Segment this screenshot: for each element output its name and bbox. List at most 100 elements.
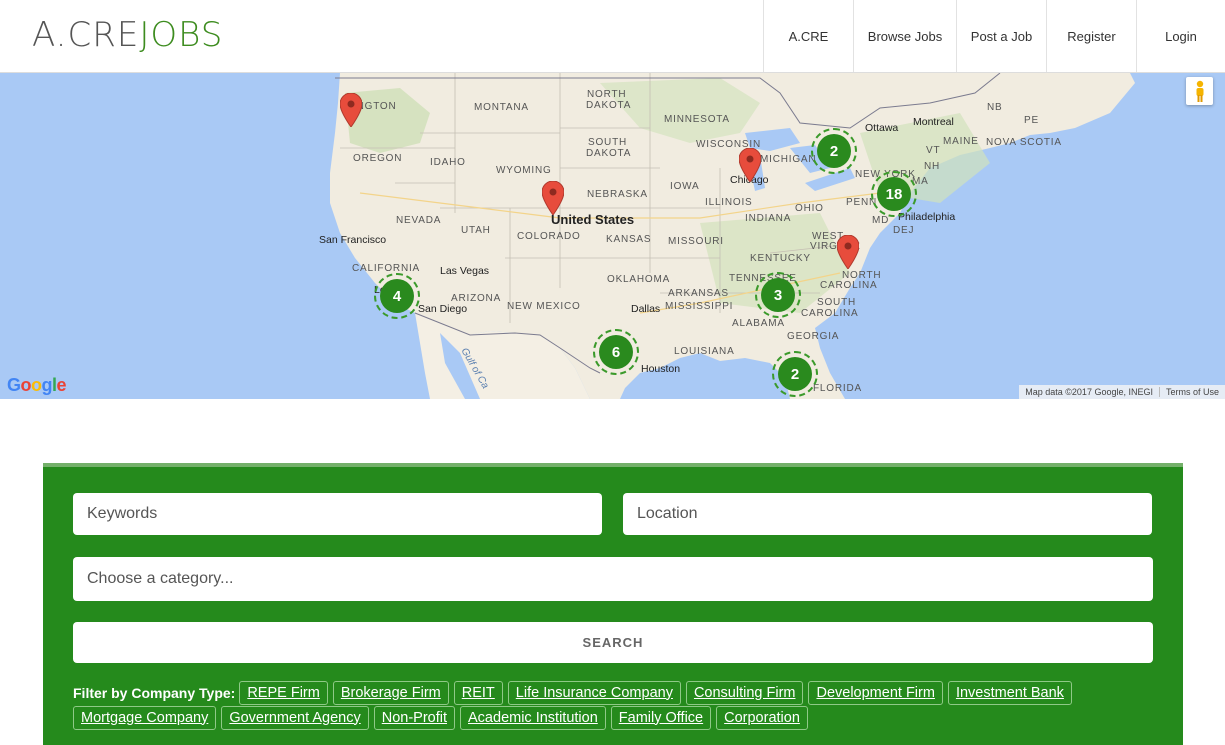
map-label-north-carolina-2: CAROLINA xyxy=(820,280,878,291)
cluster-count: 2 xyxy=(778,357,812,391)
cluster-count: 2 xyxy=(817,134,851,168)
map-label-louisiana: LOUISIANA xyxy=(674,346,735,357)
map-cluster-los-angeles[interactable]: 4 xyxy=(374,273,420,319)
map-label-nova-scotia: NOVA SCOTIA xyxy=(986,137,1062,148)
google-logo[interactable]: Google xyxy=(7,375,67,396)
map-label-missouri: MISSOURI xyxy=(668,236,724,247)
map-label-pe: PE xyxy=(1024,115,1039,126)
site-header: A.CREJOBS A.CRE Browse Jobs Post a Job R… xyxy=(0,0,1225,73)
map-label-las-vegas: Las Vegas xyxy=(440,265,490,277)
map-label-wyoming: WYOMING xyxy=(496,165,552,176)
nav-browse-jobs[interactable]: Browse Jobs xyxy=(853,0,956,72)
logo-text-acre: A.CRE xyxy=(32,15,140,55)
map-pin-chicago[interactable] xyxy=(739,148,761,182)
map-label-north-dakota-1: NORTH xyxy=(587,89,627,100)
filter-life-insurance-company[interactable]: Life Insurance Company xyxy=(507,680,681,705)
keywords-input[interactable]: Keywords xyxy=(73,493,602,535)
filter-reit[interactable]: REIT xyxy=(453,680,503,705)
map-label-oregon: OREGON xyxy=(353,153,403,164)
jobs-map[interactable]: HINGTON MONTANA NORTH DAKOTA MINNESOTA S… xyxy=(0,73,1225,399)
filter-mortgage-company[interactable]: Mortgage Company xyxy=(73,705,217,730)
category-select[interactable]: Choose a category... xyxy=(73,557,1153,601)
map-label-north-dakota-2: DAKOTA xyxy=(586,100,632,111)
map-label-south-dakota-1: SOUTH xyxy=(588,137,627,148)
filter-label: Filter by Company Type: xyxy=(73,684,236,701)
map-label-south-carolina-2: CAROLINA xyxy=(801,308,859,319)
filter-government-agency[interactable]: Government Agency xyxy=(221,705,369,730)
cluster-count: 18 xyxy=(877,177,911,211)
map-label-ohio: OHIO xyxy=(795,203,824,214)
map-pin-raleigh[interactable] xyxy=(837,235,859,269)
map-label-ottawa: Ottawa xyxy=(865,122,899,134)
map-label-illinois: ILLINOIS xyxy=(705,197,753,208)
map-cluster-atlanta[interactable]: 3 xyxy=(755,272,801,318)
map-label-maine: MAINE xyxy=(943,136,979,147)
map-data-attribution: Map data ©2017 Google, INEGI xyxy=(1025,387,1153,397)
search-button[interactable]: SEARCH xyxy=(73,622,1153,663)
map-label-dallas: Dallas xyxy=(631,303,661,315)
map-label-nebraska: NEBRASKA xyxy=(587,189,648,200)
map-label-california: CALIFORNIA xyxy=(352,263,421,274)
map-label-florida: FLORIDA xyxy=(813,383,862,394)
company-type-filters: Filter by Company Type: REPE Firm Broker… xyxy=(73,680,1153,730)
filter-brokerage-firm[interactable]: Brokerage Firm xyxy=(332,680,449,705)
map-label-montreal: Montreal xyxy=(913,116,954,128)
map-cluster-florida[interactable]: 2 xyxy=(772,351,818,397)
map-label-colorado: COLORADO xyxy=(517,231,581,242)
map-cluster-northeast[interactable]: 18 xyxy=(871,171,917,217)
filter-repe-firm[interactable]: REPE Firm xyxy=(239,680,328,705)
filter-investment-bank[interactable]: Investment Bank xyxy=(947,680,1072,705)
filter-row-2: Mortgage Company Government Agency Non-P… xyxy=(73,705,1153,730)
map-label-kansas: KANSAS xyxy=(606,234,652,245)
nav-register[interactable]: Register xyxy=(1046,0,1136,72)
map-label-minnesota: MINNESOTA xyxy=(664,114,730,125)
filter-corporation[interactable]: Corporation xyxy=(716,705,808,730)
location-input[interactable]: Location xyxy=(623,493,1152,535)
map-cluster-texas[interactable]: 6 xyxy=(593,329,639,375)
map-label-alabama: ALABAMA xyxy=(732,318,785,329)
cluster-count: 6 xyxy=(599,335,633,369)
map-attribution-bar: Map data ©2017 Google, INEGI Terms of Us… xyxy=(1019,385,1225,399)
map-label-arkansas: ARKANSAS xyxy=(668,288,729,299)
filter-row-1: Filter by Company Type: REPE Firm Broker… xyxy=(73,680,1153,705)
filter-development-firm[interactable]: Development Firm xyxy=(808,680,943,705)
map-label-md: MD xyxy=(872,215,890,226)
pegman-icon xyxy=(1196,80,1203,102)
map-label-utah: UTAH xyxy=(461,225,491,236)
main-nav: A.CRE Browse Jobs Post a Job Register Lo… xyxy=(763,0,1225,72)
logo-text-jobs: JOBS xyxy=(139,15,224,55)
map-pin-seattle[interactable] xyxy=(340,93,362,127)
nav-acre[interactable]: A.CRE xyxy=(763,0,853,72)
map-pin-denver[interactable] xyxy=(542,181,564,215)
map-label-san-diego: San Diego xyxy=(418,303,468,315)
map-label-montana: MONTANA xyxy=(474,102,529,113)
map-label-oklahoma: OKLAHOMA xyxy=(607,274,671,285)
map-label-san-francisco: San Francisco xyxy=(319,234,387,246)
map-label-idaho: IDAHO xyxy=(430,157,466,168)
filter-family-office[interactable]: Family Office xyxy=(610,705,712,730)
street-view-pegman-icon[interactable] xyxy=(1186,77,1213,105)
map-label-houston: Houston xyxy=(641,363,681,375)
map-label-nh: NH xyxy=(924,161,941,172)
map-label-kentucky: KENTUCKY xyxy=(750,253,811,264)
cluster-count: 4 xyxy=(380,279,414,313)
map-cluster-michigan[interactable]: 2 xyxy=(811,128,857,174)
map-label-south-dakota-2: DAKOTA xyxy=(586,148,632,159)
map-label-dej: DEJ xyxy=(893,225,915,236)
map-label-nevada: NEVADA xyxy=(396,215,442,226)
map-label-new-mexico: NEW MEXICO xyxy=(507,301,581,312)
filter-academic-institution[interactable]: Academic Institution xyxy=(460,705,606,730)
map-label-georgia: GEORGIA xyxy=(787,331,840,342)
filter-non-profit[interactable]: Non-Profit xyxy=(373,705,456,730)
map-terms-link[interactable]: Terms of Use xyxy=(1160,387,1225,397)
map-label-south-carolina-1: SOUTH xyxy=(817,297,856,308)
site-logo[interactable]: A.CREJOBS xyxy=(32,14,223,56)
map-label-nb: NB xyxy=(987,102,1003,113)
job-search-panel: Keywords Location Choose a category... S… xyxy=(43,463,1183,745)
nav-post-a-job[interactable]: Post a Job xyxy=(956,0,1046,72)
map-label-indiana: INDIANA xyxy=(745,213,792,224)
map-label-iowa: IOWA xyxy=(670,181,700,192)
map-label-vt: VT xyxy=(926,145,941,156)
nav-login[interactable]: Login xyxy=(1136,0,1225,72)
filter-consulting-firm[interactable]: Consulting Firm xyxy=(685,680,804,705)
